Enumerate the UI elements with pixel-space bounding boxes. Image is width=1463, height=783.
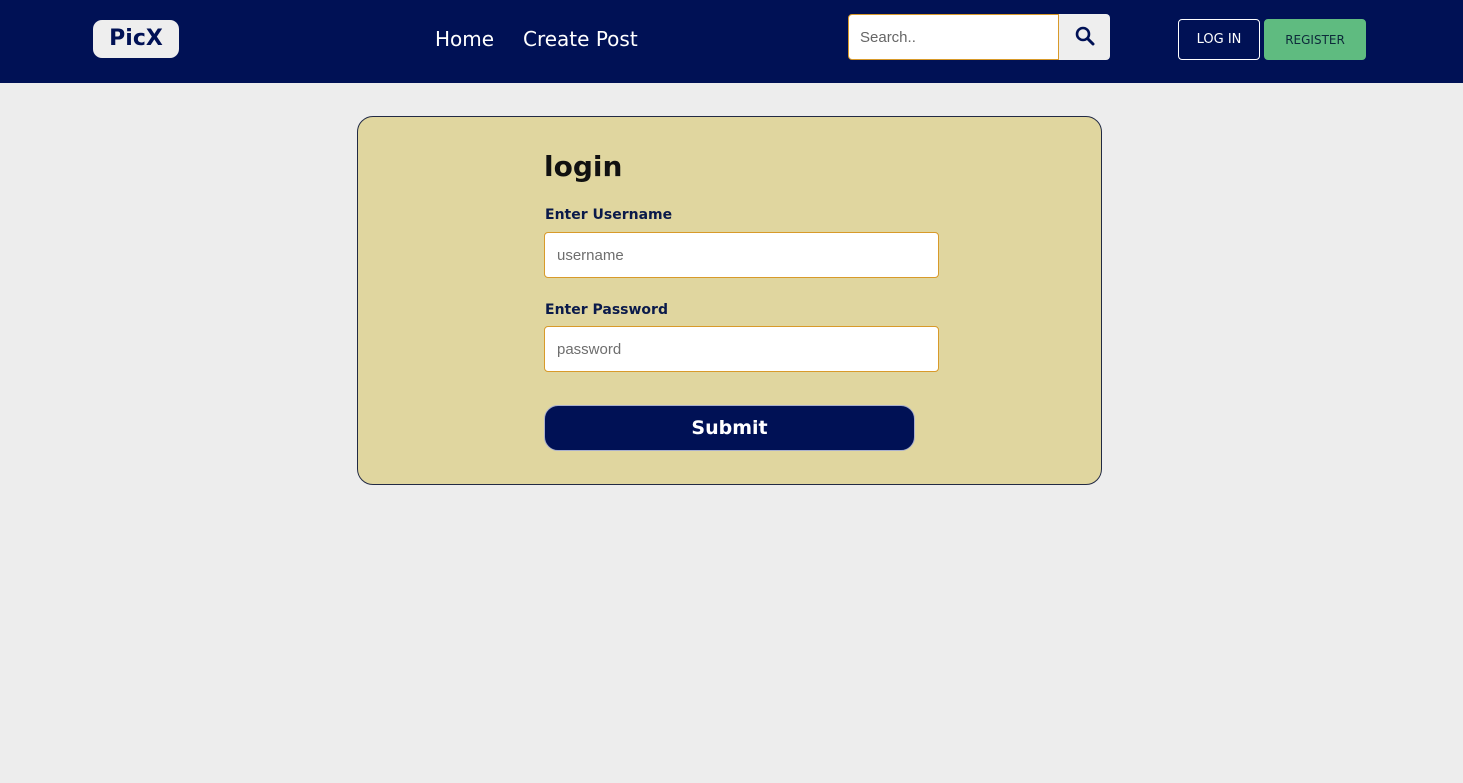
username-input[interactable] xyxy=(544,232,939,278)
search-icon xyxy=(1075,26,1095,49)
nav-link-create-post[interactable]: Create Post xyxy=(523,26,638,52)
top-navbar: PicX Home Create Post LOG IN REGISTER xyxy=(0,0,1463,83)
brand-logo[interactable]: PicX xyxy=(93,20,179,58)
password-input[interactable] xyxy=(544,326,939,372)
submit-button[interactable]: Submit xyxy=(544,405,915,451)
register-button[interactable]: REGISTER xyxy=(1264,19,1366,60)
nav-link-home[interactable]: Home xyxy=(435,26,494,52)
search-input[interactable] xyxy=(848,14,1059,60)
login-button[interactable]: LOG IN xyxy=(1178,19,1260,60)
login-title: login xyxy=(544,150,623,183)
username-label: Enter Username xyxy=(545,207,673,223)
password-label: Enter Password xyxy=(545,302,668,318)
search-button[interactable] xyxy=(1059,14,1110,60)
